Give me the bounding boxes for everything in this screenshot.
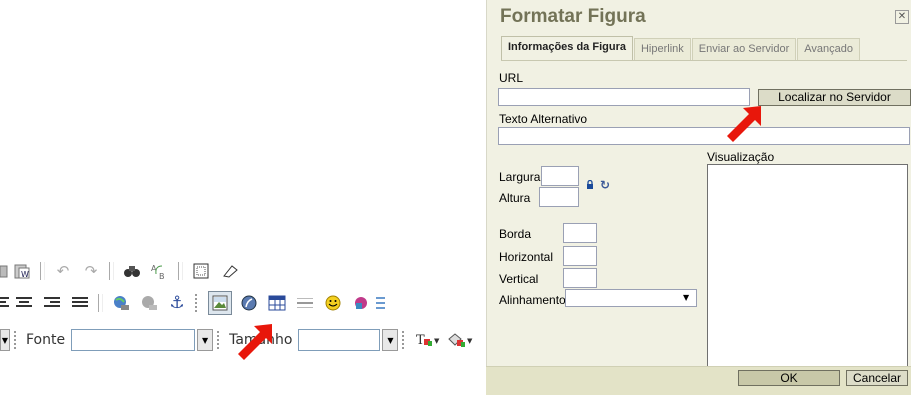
red-arrow-icon [727, 106, 761, 142]
text-color-icon[interactable]: T ▼ [415, 329, 441, 351]
image-preview [707, 164, 908, 371]
flash-icon[interactable] [238, 292, 260, 314]
size-combo[interactable] [298, 329, 381, 351]
previous-combo-dropdown[interactable]: ▼ [0, 329, 10, 351]
tab-image-info[interactable]: Informações da Figura [501, 36, 633, 60]
undo-icon[interactable]: ↶ [52, 260, 74, 282]
svg-text:▼: ▼ [467, 337, 473, 345]
tab-divider [501, 60, 907, 61]
toolbar-separator [14, 331, 20, 349]
table-icon[interactable] [266, 292, 288, 314]
replace-icon[interactable]: AB [149, 260, 171, 282]
close-icon[interactable]: ✕ [895, 10, 909, 24]
toolbar-separator [178, 262, 183, 280]
toolbar-separator [195, 294, 201, 312]
page-break-icon[interactable] [375, 292, 385, 314]
font-dropdown-button[interactable]: ▼ [197, 329, 214, 351]
align-right-icon[interactable] [41, 292, 63, 314]
width-label: Largura [499, 170, 541, 184]
toolbar-separator [40, 262, 45, 280]
toolbar-row-1: W ↶ ↷ AB [0, 258, 243, 284]
reset-size-icon[interactable]: ↻ [600, 179, 610, 191]
svg-text:W: W [21, 270, 29, 279]
size-dropdown-button[interactable]: ▼ [382, 329, 399, 351]
alt-text-label: Texto Alternativo [499, 112, 588, 126]
paste-word-icon[interactable]: W [11, 260, 33, 282]
align-center-icon[interactable] [13, 292, 35, 314]
toolbar-row-2: ⚓ [0, 290, 385, 316]
font-label: Fonte [26, 332, 66, 348]
lock-icon[interactable] [586, 180, 594, 189]
vspace-input[interactable] [563, 268, 597, 288]
cancel-button[interactable]: Cancelar [846, 370, 908, 386]
hspace-label: Horizontal [499, 250, 554, 264]
ok-button[interactable]: OK [738, 370, 840, 386]
hspace-input[interactable] [563, 246, 597, 266]
border-input[interactable] [563, 223, 597, 243]
background-color-icon[interactable]: ▼ [447, 329, 473, 351]
dialog-title: Formatar Figura [500, 6, 646, 27]
preview-label: Visualização [707, 150, 775, 164]
redo-icon[interactable]: ↷ [80, 260, 102, 282]
url-input[interactable] [498, 88, 750, 106]
height-label: Altura [499, 191, 531, 205]
dialog-tabs: Informações da Figura Hiperlink Enviar a… [501, 36, 861, 60]
paste-icon[interactable] [0, 260, 8, 282]
toolbar-separator [217, 331, 223, 349]
image-icon[interactable] [208, 291, 232, 315]
align-justify-icon[interactable] [69, 292, 91, 314]
alt-text-input[interactable] [498, 127, 910, 145]
height-input[interactable] [539, 187, 579, 207]
tab-advanced[interactable]: Avançado [797, 38, 861, 60]
svg-text:T: T [416, 333, 425, 348]
link-icon[interactable] [110, 292, 132, 314]
horizontal-rule-icon[interactable] [294, 292, 316, 314]
width-input[interactable] [541, 166, 579, 186]
toolbar-separator [98, 294, 103, 312]
svg-text:▼: ▼ [434, 337, 440, 345]
svg-text:B: B [159, 272, 165, 280]
align-left-icon[interactable] [0, 292, 10, 314]
special-char-icon[interactable] [350, 292, 372, 314]
align-label: Alinhamento [499, 293, 566, 307]
browse-server-button[interactable]: Localizar no Servidor [758, 89, 911, 106]
border-label: Borda [499, 227, 532, 241]
red-arrow-icon [238, 324, 272, 360]
toolbar-separator [109, 262, 114, 280]
toolbar-separator [402, 331, 408, 349]
anchor-icon[interactable]: ⚓ [166, 292, 188, 314]
select-all-icon[interactable] [190, 260, 212, 282]
vspace-label: Vertical [499, 272, 539, 286]
chevron-down-icon: ▼ [683, 293, 690, 302]
smiley-icon[interactable] [322, 292, 344, 314]
align-select[interactable] [565, 289, 697, 307]
unlink-icon[interactable] [138, 292, 160, 314]
font-combo[interactable] [71, 329, 196, 351]
remove-format-icon[interactable] [218, 260, 240, 282]
url-label: URL [499, 71, 524, 85]
tab-hyperlink[interactable]: Hiperlink [633, 38, 691, 60]
tab-upload[interactable]: Enviar ao Servidor [691, 38, 797, 60]
find-icon[interactable] [121, 260, 143, 282]
